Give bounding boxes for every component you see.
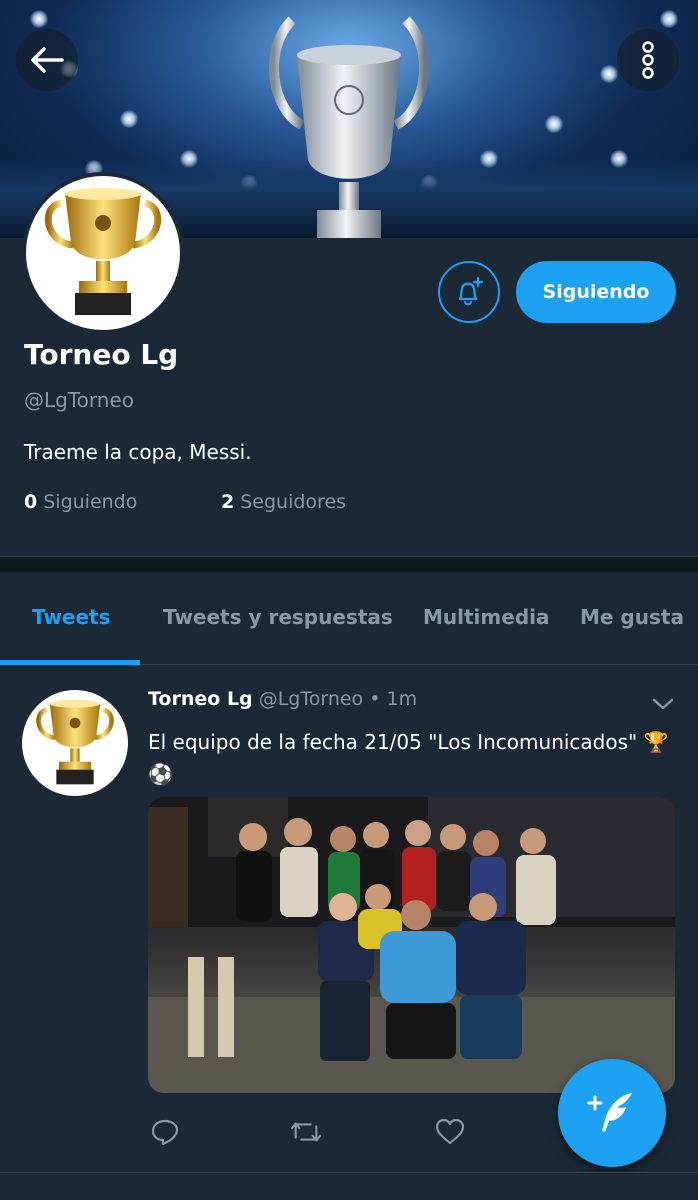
profile-handle: @LgTorneo xyxy=(24,388,134,412)
profile-page: Siguiendo Torneo Lg @LgTorneo Traeme la … xyxy=(0,0,698,1200)
profile-avatar[interactable] xyxy=(22,172,184,334)
tab-media[interactable]: Multimedia xyxy=(423,605,549,629)
tab-tweets[interactable]: Tweets xyxy=(32,605,111,629)
reply-button[interactable] xyxy=(149,1117,181,1147)
arrow-left-icon xyxy=(31,47,64,73)
section-divider xyxy=(0,556,698,572)
following-count: 0 xyxy=(24,491,38,513)
more-vertical-icon xyxy=(642,41,654,79)
compose-tweet-icon xyxy=(587,1093,632,1132)
retweet-button[interactable] xyxy=(290,1117,322,1147)
profile-display-name: Torneo Lg xyxy=(24,338,179,371)
tab-likes[interactable]: Me gusta xyxy=(580,605,684,629)
tweet-media-photo[interactable] xyxy=(148,797,675,1093)
like-icon xyxy=(435,1118,465,1145)
profile-tabs: Tweets Tweets y respuestas Multimedia Me… xyxy=(0,573,698,665)
followers-count: 2 xyxy=(221,491,235,513)
following-stat-link[interactable]: 0 Siguiendo xyxy=(24,491,137,513)
reply-icon xyxy=(151,1119,179,1146)
compose-tweet-button[interactable] xyxy=(558,1059,666,1167)
followers-label: Seguidores xyxy=(240,491,347,513)
tweet-header: Torneo Lg @LgTorneo • 1m xyxy=(148,688,417,710)
gold-trophy-icon xyxy=(44,188,162,315)
champions-trophy-image xyxy=(268,16,430,238)
back-button[interactable] xyxy=(16,29,78,91)
retweet-icon xyxy=(290,1122,322,1142)
chevron-down-icon[interactable] xyxy=(650,694,676,714)
gold-trophy-icon xyxy=(36,699,114,785)
bell-plus-icon xyxy=(458,276,484,306)
tweet-timestamp: 1m xyxy=(386,688,418,710)
tweet-author-avatar[interactable] xyxy=(22,690,128,796)
active-tab-indicator xyxy=(0,660,140,665)
tweet-author-name[interactable]: Torneo Lg xyxy=(148,688,253,710)
followers-stat-link[interactable]: 2 Seguidores xyxy=(221,491,346,513)
tab-tweets-and-replies[interactable]: Tweets y respuestas xyxy=(163,605,393,629)
following-label: Siguiendo xyxy=(43,491,138,513)
tweet-text: El equipo de la fecha 21/05 "Los Incomun… xyxy=(148,730,669,786)
next-tweet-separator xyxy=(0,1172,698,1200)
like-button[interactable] xyxy=(434,1117,466,1147)
tweet-separator: • xyxy=(369,688,381,710)
profile-bio: Traeme la copa, Messi. xyxy=(24,440,252,464)
team-photo-image xyxy=(148,797,675,1093)
tweet-author-handle[interactable]: @LgTorneo xyxy=(259,688,363,710)
notifications-toggle-button[interactable] xyxy=(438,261,500,323)
more-options-button[interactable] xyxy=(617,29,679,91)
following-button[interactable]: Siguiendo xyxy=(516,261,676,323)
